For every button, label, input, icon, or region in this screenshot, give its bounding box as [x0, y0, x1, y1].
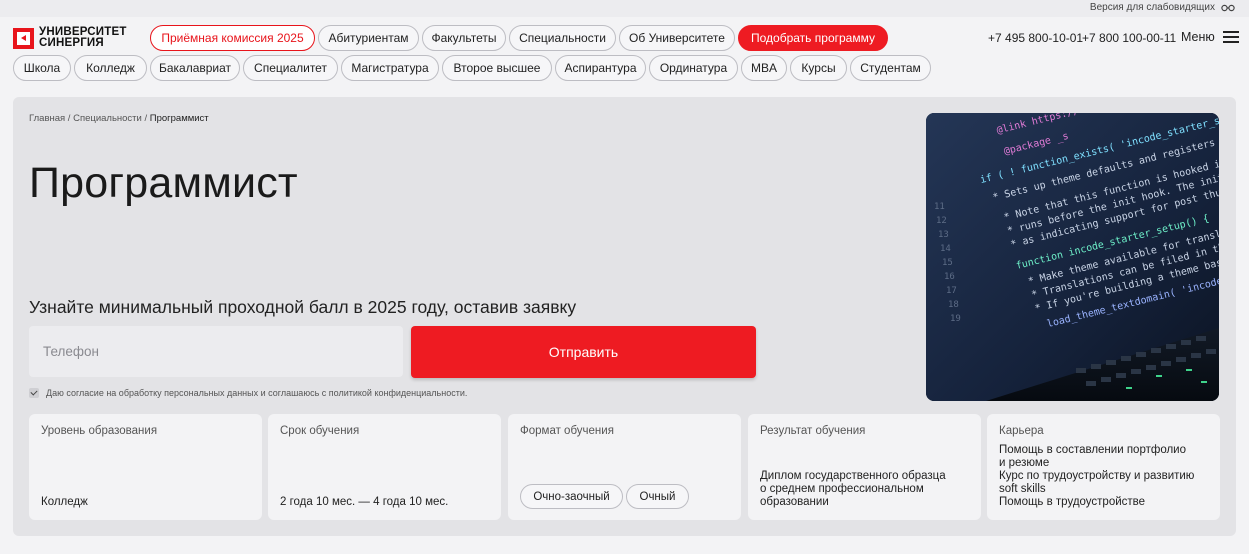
nav-faculties[interactable]: Факультеты	[422, 25, 506, 51]
format-part-time-option[interactable]: Очно-заочный	[520, 484, 623, 509]
phone-input[interactable]	[29, 326, 403, 377]
menu-button[interactable]: Меню	[1181, 30, 1239, 44]
hamburger-icon	[1222, 31, 1239, 43]
logo-text: УНИВЕРСИТЕТ СИНЕРГИЯ	[39, 26, 127, 49]
card-career: Карьера Помощь в составлении портфолио и…	[987, 414, 1220, 520]
form-subtitle: Узнайте минимальный проходной балл в 202…	[29, 297, 577, 317]
logo-mark-icon	[13, 27, 34, 49]
line-number: 18	[948, 300, 959, 310]
card-value: Диплом государственного образца о средне…	[760, 470, 946, 509]
card-value-line: 2 года 10 мес. — 4 года 10 мес.	[280, 496, 449, 508]
card-label: Срок обучения	[280, 425, 360, 437]
submit-button[interactable]: Отправить	[411, 326, 756, 378]
nav-second-higher[interactable]: Второе высшее	[442, 55, 552, 81]
card-value-line: Колледж	[41, 496, 88, 508]
line-number: 12	[936, 216, 947, 226]
laptop-code-image: @link https://... @package _s if ( ! fun…	[926, 113, 1219, 401]
consent-row: Даю согласие на обработку персональных д…	[29, 388, 467, 398]
card-value-line: о среднем профессиональном	[760, 483, 924, 495]
card-education-level: Уровень образования Колледж	[29, 414, 262, 520]
nav-bachelor[interactable]: Бакалавриат	[150, 55, 240, 81]
pick-program-button[interactable]: Подобрать программу	[738, 25, 888, 51]
top-bar: Версия для слабовидящих	[0, 0, 1249, 17]
card-study-format: Формат обучения Очно-заочный Очный	[508, 414, 741, 520]
nav-specialties[interactable]: Специальности	[509, 25, 616, 51]
consent-checkbox[interactable]	[29, 388, 39, 398]
line-number: 15	[942, 258, 953, 268]
phone-moscow[interactable]: +7 495 800-10-01	[988, 31, 1083, 45]
card-value: Колледж	[41, 496, 88, 509]
accessibility-label: Версия для слабовидящих	[1089, 2, 1215, 13]
nav-about-university[interactable]: Об Университете	[619, 25, 735, 51]
nav-specialist[interactable]: Специалитет	[243, 55, 338, 81]
line-number: 11	[934, 202, 945, 212]
nav-college[interactable]: Колледж	[74, 55, 147, 81]
card-value-line: Помощь в составлении портфолио	[999, 444, 1186, 456]
card-learning-result: Результат обучения Диплом государственно…	[748, 414, 981, 520]
breadcrumb-separator: /	[65, 113, 74, 124]
breadcrumb-home[interactable]: Главная	[29, 113, 65, 124]
line-number: 13	[938, 230, 949, 240]
nav-applicants[interactable]: Абитуриентам	[318, 25, 419, 51]
card-label: Результат обучения	[760, 425, 866, 437]
card-value: Помощь в составлении портфолио и резюме …	[999, 444, 1194, 509]
card-value: 2 года 10 мес. — 4 года 10 мес.	[280, 496, 448, 509]
format-full-time-option[interactable]: Очный	[626, 484, 689, 509]
card-value-line: и резюме	[999, 457, 1050, 469]
card-label: Формат обучения	[520, 425, 614, 437]
nav-postgraduate[interactable]: Аспирантура	[555, 55, 646, 81]
code-screen-illustration: @link https://... @package _s if ( ! fun…	[926, 113, 1219, 401]
glasses-icon	[1221, 4, 1235, 11]
consent-text: Даю согласие на обработку персональных д…	[46, 388, 468, 398]
card-value-line: Курс по трудоустройству и развитию	[999, 470, 1195, 482]
line-number: 19	[950, 314, 961, 324]
accessibility-version-link[interactable]: Версия для слабовидящих	[1090, 2, 1235, 13]
line-number: 16	[944, 272, 955, 282]
nav-mba[interactable]: MBA	[741, 55, 787, 81]
card-value-line: образовании	[760, 496, 829, 508]
university-logo[interactable]: УНИВЕРСИТЕТ СИНЕРГИЯ	[13, 26, 127, 49]
breadcrumb-specialties[interactable]: Специальности	[73, 113, 142, 124]
page-title: Программист	[29, 159, 298, 207]
nav-courses[interactable]: Курсы	[790, 55, 847, 81]
breadcrumb-separator: /	[141, 113, 150, 124]
card-study-duration: Срок обучения 2 года 10 мес. — 4 года 10…	[268, 414, 501, 520]
card-value-line: Помощь в трудоустройстве	[999, 496, 1146, 508]
nav-students[interactable]: Студентам	[850, 55, 931, 81]
line-number: 14	[940, 244, 951, 254]
breadcrumb-current: Программист	[149, 113, 209, 124]
menu-label: Меню	[1181, 30, 1215, 44]
line-number: 17	[946, 286, 957, 296]
hero-section: Главная / Специальности / Программист Пр…	[13, 97, 1236, 536]
nav-admissions-2025[interactable]: Приёмная комиссия 2025	[150, 25, 315, 51]
nav-school[interactable]: Школа	[13, 55, 71, 81]
card-label: Карьера	[999, 425, 1044, 437]
nav-residency[interactable]: Ординатура	[649, 55, 738, 81]
nav-master[interactable]: Магистратура	[341, 55, 439, 81]
phone-hotline[interactable]: +7 800 100-00-11	[1082, 31, 1176, 45]
card-label: Уровень образования	[41, 425, 158, 437]
breadcrumb: Главная / Специальности / Программист	[29, 113, 209, 124]
logo-line-2: СИНЕРГИЯ	[39, 37, 104, 49]
card-value-line: Диплом государственного образца	[760, 470, 946, 482]
card-value-line: soft skills	[999, 483, 1046, 495]
